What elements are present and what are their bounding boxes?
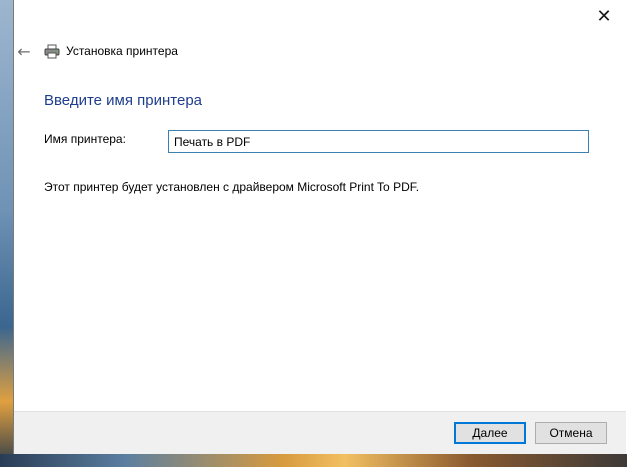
dialog-footer: Далее Отмена <box>14 411 626 454</box>
printer-name-label: Имя принтера: <box>44 132 126 146</box>
desktop-background-bottom <box>0 454 627 467</box>
next-button[interactable]: Далее <box>454 422 526 444</box>
close-button[interactable]: ✕ <box>581 0 627 32</box>
dialog-title: Установка принтера <box>66 44 178 58</box>
cancel-button[interactable]: Отмена <box>535 422 607 444</box>
close-icon[interactable]: ✕ <box>596 6 611 27</box>
page-heading: Введите имя принтера <box>44 92 202 109</box>
printer-icon <box>43 43 61 59</box>
add-printer-dialog: ✕ ← Установка принтера Введите имя принт… <box>13 0 627 454</box>
printer-name-input[interactable] <box>168 130 589 153</box>
dialog-title-bar: ← Установка принтера <box>14 40 314 62</box>
back-button[interactable]: ← <box>14 41 34 61</box>
desktop-background-left <box>0 0 13 467</box>
back-arrow-icon[interactable]: ← <box>17 42 30 61</box>
driver-info-text: Этот принтер будет установлен с драйверо… <box>44 180 420 194</box>
